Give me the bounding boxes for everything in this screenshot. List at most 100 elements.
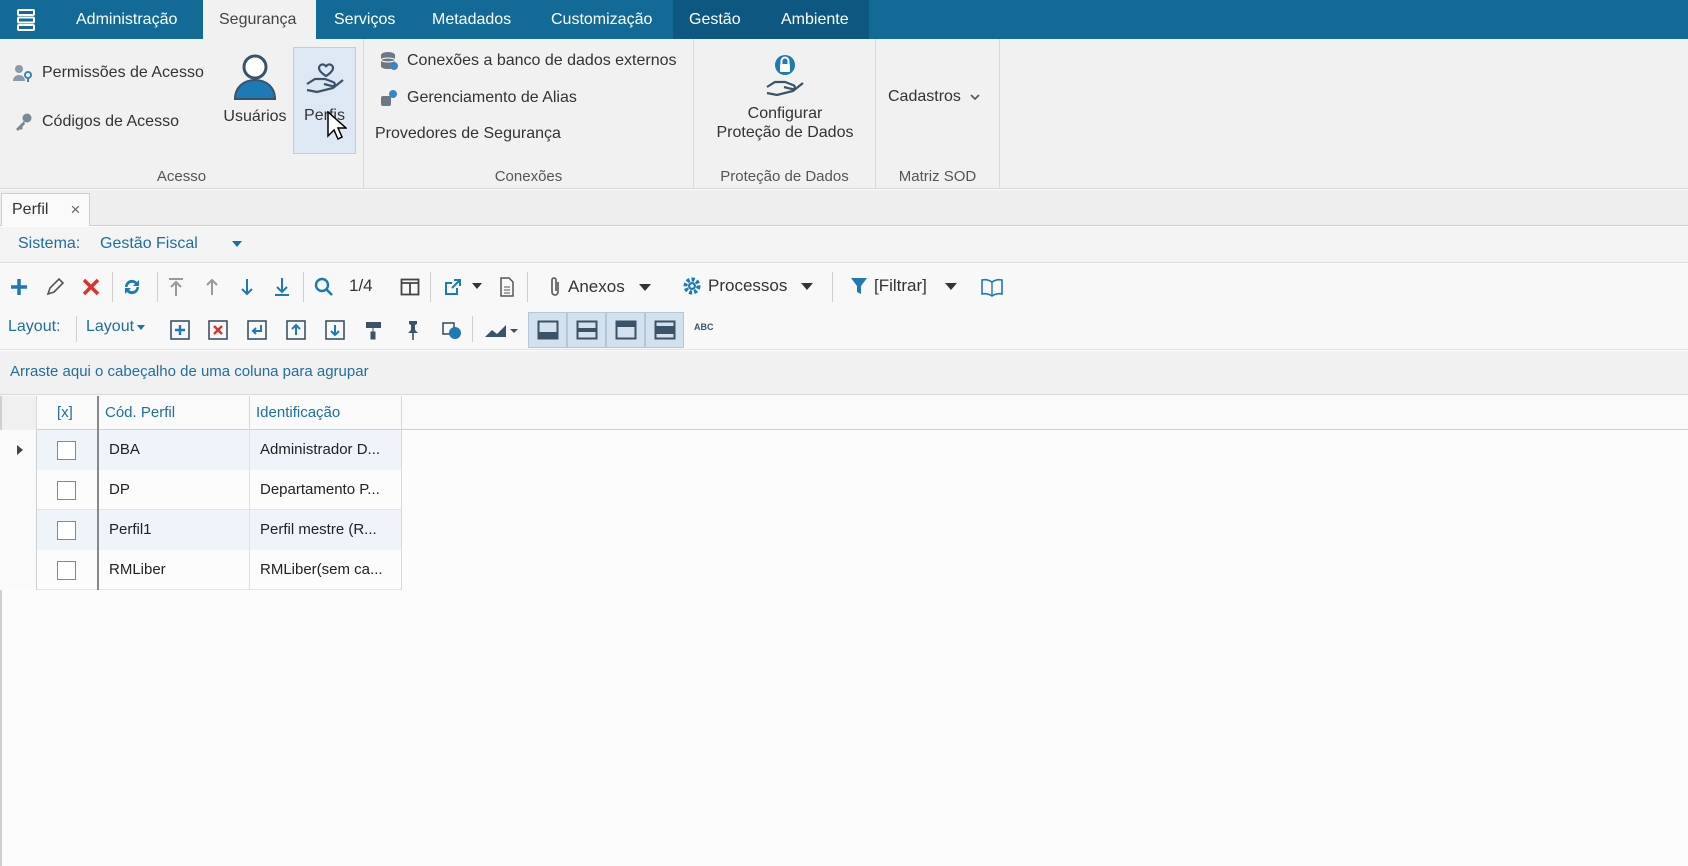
row-checkbox[interactable] [57, 561, 76, 580]
next-record-button[interactable] [236, 276, 258, 298]
system-select[interactable]: Gestão Fiscal [100, 235, 198, 253]
permissoes-acesso-button[interactable]: Permissões de Acesso [12, 63, 204, 83]
column-header-cod-perfil[interactable]: Cód. Perfil [99, 396, 250, 430]
row-checkbox[interactable] [57, 481, 76, 500]
grid-header: [x] Cód. Perfil Identificação [0, 396, 1688, 430]
row-indicator [0, 470, 37, 510]
provedores-seguranca-button[interactable]: Provedores de Segurança [375, 125, 561, 143]
cell-identificacao[interactable]: RMLiber(sem ca... [250, 550, 402, 590]
edit-button[interactable] [44, 276, 66, 298]
conexoes-banco-label: Conexões a banco de dados externos [407, 52, 677, 69]
cadastros-dropdown[interactable]: Cadastros [888, 88, 981, 106]
menu-tab-metadados[interactable]: Metadados [416, 0, 527, 39]
delete-x-icon [82, 278, 100, 296]
cell-identificacao[interactable]: Administrador D... [250, 430, 402, 470]
menu-tab-customizacao[interactable]: Customização [535, 0, 668, 39]
document-button[interactable] [497, 276, 517, 298]
help-book-button[interactable] [980, 276, 1004, 298]
layout-bottom-panel-toggle[interactable] [528, 312, 567, 348]
menu-tab-administracao[interactable]: Administração [60, 0, 193, 39]
cell-cod-perfil[interactable]: DBA [99, 430, 250, 470]
gerenciamento-alias-button[interactable]: Gerenciamento de Alias [379, 88, 577, 108]
usuarios-button[interactable]: Usuários [220, 53, 290, 143]
conexoes-banco-button[interactable]: Conexões a banco de dados externos [379, 51, 677, 71]
book-icon [981, 278, 1003, 297]
layout-download-icon [325, 320, 345, 340]
panel-top-icon [615, 320, 636, 340]
row-select-cell [37, 470, 99, 510]
layout-download-button[interactable] [323, 318, 347, 342]
ribbon: Permissões de Acesso Códigos de Acesso U… [0, 39, 1688, 189]
layout-upload-button[interactable] [284, 318, 308, 342]
columns-button[interactable] [399, 276, 421, 298]
menu-tab-ambiente[interactable]: Ambiente [765, 0, 869, 39]
columns-icon [400, 278, 420, 296]
paint-format-button[interactable] [362, 318, 386, 342]
table-row[interactable]: RMLiber RMLiber(sem ca... [0, 550, 402, 590]
export-button[interactable] [442, 276, 464, 298]
group-by-panel[interactable]: Arraste aqui o cabeçalho de uma coluna p… [0, 351, 1688, 395]
search-button[interactable] [313, 276, 335, 298]
codigos-acesso-button[interactable]: Códigos de Acesso [14, 112, 179, 132]
column-header-select[interactable]: [x] [37, 396, 99, 430]
system-selector-bar: Sistema: Gestão Fiscal [0, 227, 1688, 263]
table-row[interactable]: Perfil1 Perfil mestre (R... [0, 510, 402, 550]
table-row[interactable]: DBA Administrador D... [0, 430, 402, 470]
table-row[interactable]: DP Departamento P... [0, 470, 402, 510]
configurar-protecao-button[interactable]: Configurar Proteção de Dados [694, 53, 876, 142]
close-icon[interactable]: × [70, 200, 80, 220]
last-record-button[interactable] [271, 276, 293, 298]
refresh-button[interactable] [120, 276, 144, 298]
permissoes-label: Permissões de Acesso [42, 64, 204, 81]
plus-icon [11, 279, 27, 295]
spellcheck-abc-button[interactable]: ABC [694, 322, 714, 332]
layout-top-panel-toggle[interactable] [606, 312, 645, 348]
app-menu-icon[interactable] [14, 8, 38, 32]
cell-cod-perfil[interactable]: DP [99, 470, 250, 510]
menu-tab-seguranca[interactable]: Segurança [203, 0, 316, 39]
export-dropdown[interactable] [471, 280, 483, 292]
previous-record-button[interactable] [201, 276, 223, 298]
filter-icon [851, 278, 867, 294]
menu-tab-servicos[interactable]: Serviços [318, 0, 411, 39]
document-tabs: Perfil × [0, 190, 1688, 226]
add-button[interactable] [8, 276, 30, 298]
panel-middle-icon [576, 320, 597, 340]
provedores-label: Provedores de Segurança [375, 125, 561, 142]
cell-identificacao[interactable]: Perfil mestre (R... [250, 510, 402, 550]
cell-identificacao[interactable]: Departamento P... [250, 470, 402, 510]
anexos-dropdown[interactable]: Anexos [548, 276, 651, 298]
layout-dropdown[interactable]: Layout [86, 318, 146, 336]
filtrar-dropdown[interactable]: [Filtrar] [850, 276, 957, 296]
layout-rename-icon [247, 320, 267, 340]
shapes-button[interactable] [440, 318, 464, 342]
system-label: Sistema: [18, 235, 81, 252]
row-checkbox[interactable] [57, 521, 76, 540]
column-header-identificacao[interactable]: Identificação [250, 396, 402, 430]
layout-add-button[interactable] [168, 318, 192, 342]
processos-dropdown[interactable]: Processos [682, 276, 814, 296]
row-indicator [0, 510, 37, 550]
cell-cod-perfil[interactable]: RMLiber [99, 550, 250, 590]
key-icon [16, 113, 32, 131]
row-checkbox[interactable] [57, 441, 76, 460]
first-record-button[interactable] [165, 276, 187, 298]
layout-split-panel-toggle[interactable] [645, 312, 684, 348]
cadastros-label: Cadastros [888, 88, 961, 105]
row-select-cell [37, 430, 99, 470]
caret-down-icon[interactable] [232, 241, 242, 247]
alias-icon [381, 90, 397, 106]
layout-delete-button[interactable] [206, 318, 230, 342]
cell-cod-perfil[interactable]: Perfil1 [99, 510, 250, 550]
user-icon [233, 54, 277, 100]
caret-down-icon [944, 282, 957, 290]
pin-button[interactable] [401, 318, 425, 342]
layout-dropdown-label: Layout [86, 318, 135, 335]
delete-button[interactable] [80, 276, 102, 298]
chart-dropdown[interactable] [482, 318, 520, 342]
tab-perfil[interactable]: Perfil × [1, 193, 90, 226]
menu-tab-gestao[interactable]: Gestão [673, 0, 765, 39]
layout-rename-button[interactable] [245, 318, 269, 342]
layout-middle-panel-toggle[interactable] [567, 312, 606, 348]
layout-label: Layout: [8, 318, 61, 335]
